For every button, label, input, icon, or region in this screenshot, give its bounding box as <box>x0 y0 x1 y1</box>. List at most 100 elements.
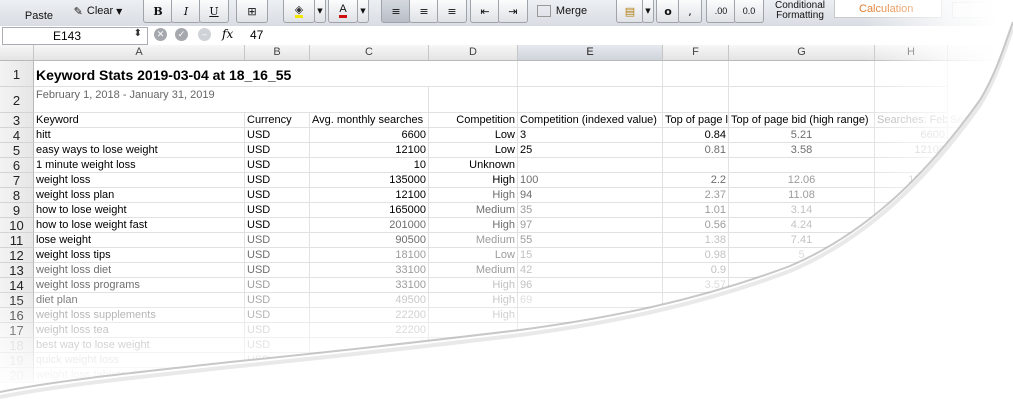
cell[interactable]: 135 <box>875 203 948 218</box>
align-center-button[interactable]: ≡ <box>409 0 439 23</box>
column-header-d[interactable]: D <box>429 45 518 60</box>
cell[interactable]: 201000 <box>310 218 429 233</box>
cell[interactable]: Low <box>429 143 518 158</box>
underline-button[interactable]: U <box>199 0 229 23</box>
cell[interactable] <box>310 368 429 383</box>
number-format-button[interactable]: ▤ <box>616 0 644 23</box>
cell[interactable]: Low <box>429 248 518 263</box>
sheet-title[interactable]: Keyword Stats 2019-03-04 at 18_16_55 <box>34 61 434 87</box>
cell[interactable] <box>518 323 663 338</box>
cell[interactable]: 5.21 <box>729 128 875 143</box>
cell[interactable]: hitt <box>34 128 245 143</box>
row-header[interactable]: 7 <box>0 173 34 188</box>
cell[interactable] <box>663 338 729 353</box>
cell[interactable] <box>663 353 729 368</box>
row-header[interactable]: 12 <box>0 248 34 263</box>
cell[interactable]: High <box>429 173 518 188</box>
cell[interactable]: 97 <box>518 218 663 233</box>
cell[interactable]: USD <box>245 128 310 143</box>
column-header-e[interactable]: E <box>518 45 663 60</box>
cell[interactable] <box>663 158 729 173</box>
cell[interactable]: USD <box>245 218 310 233</box>
clear-button[interactable]: ✎ Clear ▼ <box>66 0 130 22</box>
formula-input[interactable]: 47 <box>250 28 263 42</box>
decrease-decimal-button[interactable]: 0.0 <box>734 0 764 23</box>
cell[interactable]: 2.2 <box>663 173 729 188</box>
cell[interactable]: USD <box>245 233 310 248</box>
font-color-dropdown[interactable]: ▼ <box>357 0 369 23</box>
cell-empty[interactable] <box>875 61 948 87</box>
cell[interactable]: 0.84 <box>663 128 729 143</box>
cell[interactable]: USD <box>245 203 310 218</box>
cell[interactable] <box>663 323 729 338</box>
cell[interactable] <box>663 368 729 383</box>
increase-decimal-button[interactable]: .00 <box>706 0 736 23</box>
cell[interactable]: 25 <box>518 143 663 158</box>
cell-empty[interactable] <box>729 87 875 113</box>
cell[interactable]: weight loss supplements <box>34 308 245 323</box>
cell[interactable]: Unknown <box>429 158 518 173</box>
fill-color-dropdown[interactable]: ▼ <box>314 0 326 23</box>
name-box[interactable]: E143 ⬍ <box>2 27 148 45</box>
italic-button[interactable]: I <box>171 0 201 23</box>
cell[interactable] <box>875 263 948 278</box>
cell[interactable]: 22200 <box>310 308 429 323</box>
cell[interactable]: weight loss tablets <box>34 368 245 383</box>
cell[interactable] <box>518 308 663 323</box>
fill-color-button[interactable]: ◈ <box>283 0 315 23</box>
calculation-style-cell[interactable]: Calculation <box>834 0 942 18</box>
cell[interactable]: 4.64 <box>729 263 875 278</box>
cell[interactable]: 15 <box>518 248 663 263</box>
cell-empty[interactable] <box>663 61 729 87</box>
cell[interactable]: 18100 <box>310 248 429 263</box>
cell[interactable]: Medium <box>429 263 518 278</box>
cell[interactable] <box>729 368 875 383</box>
column-header-g[interactable]: G <box>729 45 875 60</box>
align-right-button[interactable]: ≡ <box>437 0 467 23</box>
row-header[interactable]: 16 <box>0 308 34 323</box>
cell[interactable] <box>875 233 948 248</box>
cell[interactable] <box>875 323 948 338</box>
cell[interactable]: High <box>429 218 518 233</box>
cell[interactable]: how to lose weight fast <box>34 218 245 233</box>
cell[interactable] <box>663 308 729 323</box>
cell[interactable]: Medium <box>429 203 518 218</box>
cell[interactable]: USD <box>245 293 310 308</box>
row-header[interactable]: 19 <box>0 353 34 368</box>
cell[interactable] <box>518 158 663 173</box>
column-title[interactable]: Top of page l <box>663 113 729 128</box>
cell[interactable] <box>875 278 948 293</box>
number-format-dropdown[interactable]: ▼ <box>642 0 654 23</box>
row-header[interactable]: 9 <box>0 203 34 218</box>
cell[interactable]: 3.14 <box>729 203 875 218</box>
cell[interactable] <box>663 293 729 308</box>
name-box-stepper-icon[interactable]: ⬍ <box>134 28 142 39</box>
cell[interactable] <box>518 368 663 383</box>
cell[interactable] <box>875 308 948 323</box>
cell[interactable]: 49500 <box>310 293 429 308</box>
cell[interactable]: 96 <box>518 278 663 293</box>
column-header-f[interactable]: F <box>663 45 729 60</box>
row-header[interactable]: 13 <box>0 263 34 278</box>
cell[interactable]: 1.38 <box>663 233 729 248</box>
font-color-button[interactable]: A <box>328 0 358 23</box>
cell[interactable] <box>729 323 875 338</box>
cell-empty[interactable] <box>663 87 729 113</box>
cell[interactable] <box>429 368 518 383</box>
cell[interactable] <box>875 353 948 368</box>
cell[interactable]: USD <box>245 248 310 263</box>
borders-button[interactable]: ⊞ <box>236 0 268 23</box>
cell-empty[interactable] <box>875 87 948 113</box>
cell[interactable]: 0 <box>875 158 948 173</box>
cell[interactable]: 3.58 <box>729 143 875 158</box>
cell[interactable] <box>729 293 875 308</box>
cell[interactable]: 11.08 <box>729 188 875 203</box>
cell[interactable]: 5 <box>729 248 875 263</box>
cell[interactable] <box>729 278 875 293</box>
cell[interactable]: weight loss diet <box>34 263 245 278</box>
cell[interactable]: 4.24 <box>729 218 875 233</box>
cell[interactable]: 7.41 <box>729 233 875 248</box>
row-header[interactable]: 11 <box>0 233 34 248</box>
cell[interactable]: 6600 <box>310 128 429 143</box>
cell[interactable]: 100 <box>518 173 663 188</box>
